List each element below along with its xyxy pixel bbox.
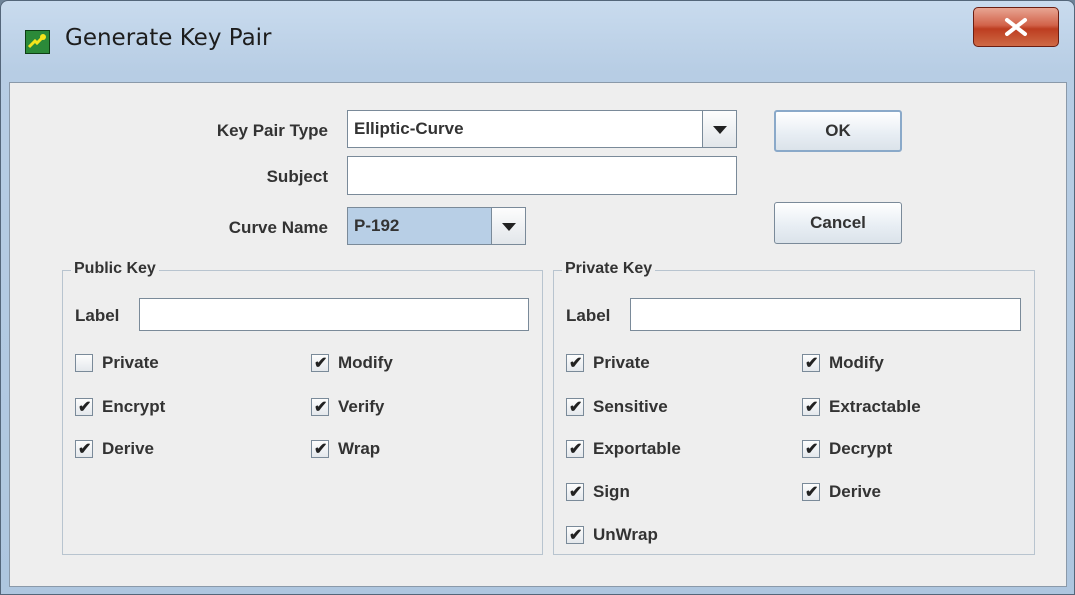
- private-key-legend: Private Key: [562, 260, 656, 278]
- private-key-group: Private Key Label ✔ Private ✔ Modify ✔ S…: [553, 260, 1035, 555]
- dialog-content: Key Pair Type Elliptic-Curve OK Subject …: [9, 82, 1067, 587]
- checkbox-box[interactable]: ✔: [566, 398, 584, 416]
- key-pair-type-label: Key Pair Type: [216, 121, 328, 140]
- check-icon: ✔: [569, 355, 583, 372]
- checkbox-box[interactable]: ✔: [75, 398, 93, 416]
- checkbox-label: Decrypt: [829, 439, 893, 458]
- checkbox-box[interactable]: ✔: [566, 440, 584, 458]
- check-icon: ✔: [805, 355, 819, 372]
- check-icon: ✔: [569, 527, 583, 544]
- key-pair-type-select[interactable]: Elliptic-Curve: [347, 110, 737, 148]
- title-bar[interactable]: Generate Key Pair: [1, 1, 1074, 81]
- checkbox-label: Private: [102, 353, 159, 372]
- public-key-legend: Public Key: [71, 260, 159, 278]
- curve-name-select[interactable]: P-192: [347, 207, 526, 245]
- window-title: Generate Key Pair: [65, 25, 272, 51]
- public-label-label: Label: [75, 306, 120, 325]
- checkbox-label: Derive: [829, 482, 881, 501]
- checkbox-label: Encrypt: [102, 397, 166, 416]
- checkbox-box[interactable]: ✔: [311, 440, 329, 458]
- curve-name-label: Curve Name: [228, 218, 328, 237]
- ok-button[interactable]: OK: [774, 110, 902, 152]
- check-icon: ✔: [805, 441, 819, 458]
- check-icon: ✔: [569, 399, 583, 416]
- public-key-group: Public Key Label Private ✔ Modify ✔ Encr…: [62, 260, 543, 555]
- public-label-field[interactable]: [139, 298, 529, 331]
- check-icon: ✔: [314, 399, 328, 416]
- checkbox-label: UnWrap: [593, 525, 658, 544]
- private-label-field[interactable]: [630, 298, 1021, 331]
- chevron-down-icon[interactable]: [491, 208, 525, 244]
- close-icon: [1005, 18, 1027, 36]
- private-label-label: Label: [566, 306, 611, 325]
- app-key-icon: [25, 30, 50, 54]
- check-icon: ✔: [569, 484, 583, 501]
- curve-name-value: P-192: [354, 216, 400, 235]
- checkbox-label: Verify: [338, 397, 385, 416]
- checkbox-box[interactable]: ✔: [802, 354, 820, 372]
- check-icon: ✔: [78, 441, 92, 458]
- checkbox-box[interactable]: [75, 354, 93, 372]
- checkbox-box[interactable]: ✔: [566, 354, 584, 372]
- checkbox-label: Sign: [593, 482, 630, 501]
- checkbox-box[interactable]: ✔: [802, 398, 820, 416]
- checkbox-label: Modify: [829, 353, 884, 372]
- checkbox-box[interactable]: ✔: [311, 398, 329, 416]
- check-icon: ✔: [314, 441, 328, 458]
- check-icon: ✔: [805, 484, 819, 501]
- checkbox-box[interactable]: ✔: [802, 440, 820, 458]
- checkbox-box[interactable]: ✔: [75, 440, 93, 458]
- checkbox-box[interactable]: ✔: [311, 354, 329, 372]
- checkbox-box[interactable]: ✔: [566, 526, 584, 544]
- subject-label: Subject: [266, 167, 328, 186]
- check-icon: ✔: [78, 399, 92, 416]
- checkbox-label: Modify: [338, 353, 393, 372]
- checkbox-label: Sensitive: [593, 397, 668, 416]
- checkbox-label: Private: [593, 353, 650, 372]
- checkbox-label: Wrap: [338, 439, 381, 458]
- checkbox-label: Exportable: [593, 439, 681, 458]
- checkbox-label: Derive: [102, 439, 154, 458]
- key-pair-type-value: Elliptic-Curve: [354, 119, 464, 138]
- dialog-window: Generate Key Pair Key Pair Type Elliptic…: [0, 0, 1075, 595]
- check-icon: ✔: [314, 355, 328, 372]
- chevron-down-icon[interactable]: [702, 111, 736, 147]
- check-icon: ✔: [805, 399, 819, 416]
- checkbox-box[interactable]: ✔: [802, 483, 820, 501]
- close-button[interactable]: [973, 7, 1059, 47]
- cancel-button[interactable]: Cancel: [774, 202, 902, 244]
- check-icon: ✔: [569, 441, 583, 458]
- checkbox-label: Extractable: [829, 397, 921, 416]
- checkbox-box[interactable]: ✔: [566, 483, 584, 501]
- subject-field[interactable]: [347, 156, 737, 195]
